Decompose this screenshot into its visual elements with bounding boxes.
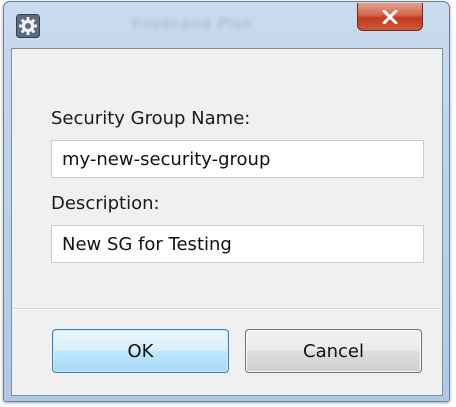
cancel-button[interactable]: Cancel [245, 329, 422, 373]
gear-icon [16, 14, 40, 38]
close-icon [382, 9, 398, 24]
ok-button[interactable]: OK [52, 329, 229, 373]
divider [12, 308, 442, 310]
security-group-name-input[interactable] [51, 140, 424, 178]
close-button[interactable] [357, 3, 423, 31]
description-input[interactable] [51, 225, 424, 263]
title-bar[interactable]: Firebrand Plan [4, 2, 449, 48]
dialog-client-area: Security Group Name: Description: OK Can… [11, 48, 443, 396]
dialog-window: Firebrand Plan Security Group Name: my-n… [3, 1, 450, 402]
cancel-button-label: Cancel [303, 340, 364, 362]
blurred-background-text: Firebrand Plan [132, 15, 254, 33]
ok-button-label: OK [127, 340, 154, 362]
description-label: Description: [51, 193, 160, 214]
security-group-name-label: Security Group Name: [51, 108, 251, 129]
